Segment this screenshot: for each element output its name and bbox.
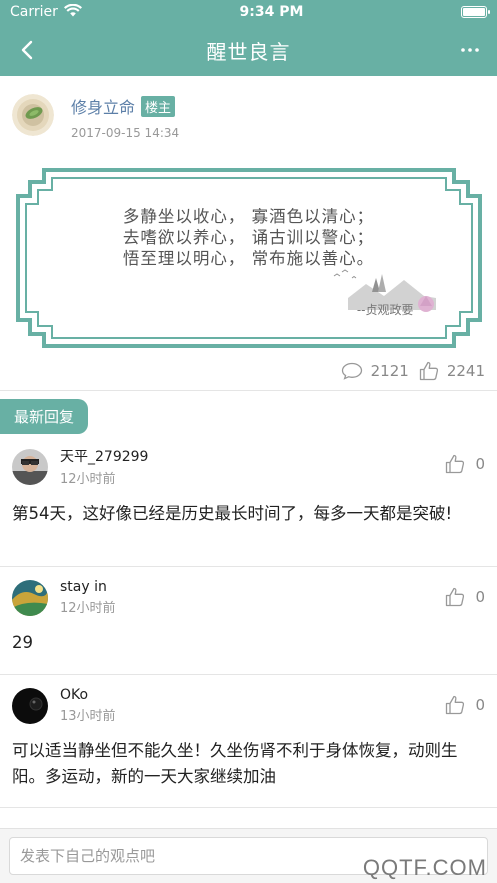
battery-icon (461, 6, 490, 18)
post-author-name[interactable]: 修身立命 (71, 94, 135, 118)
author-avatar[interactable] (12, 94, 54, 136)
reply-time: 12小时前 (60, 472, 116, 487)
post-image: 多静坐以收心， 寡酒色以清心； 去嗜欲以养心， 诵古训以警心； 悟至理以明心， … (15, 168, 482, 348)
back-button[interactable] (14, 35, 40, 65)
reply-meta: stay in 12小时前 (60, 579, 116, 616)
post-stats: 2121 2241 (0, 356, 497, 386)
reply-avatar[interactable] (12, 687, 48, 724)
reply-like-count: 0 (475, 588, 485, 606)
reply-text: 第54天，这好像已经是历史最长时间了，每多一天都是突破! (12, 504, 453, 523)
latest-replies-header: 最新回复 (0, 399, 89, 434)
post-timestamp: 2017-09-15 14:34 (71, 126, 180, 140)
reply-time: 13小时前 (60, 709, 116, 724)
owner-badge: 楼主 (141, 95, 176, 117)
reply-meta: OKo 13小时前 (60, 687, 116, 724)
post-meta: 修身立命 楼主 2017-09-15 14:34 (71, 94, 179, 140)
poem-text: 多静坐以收心， 寡酒色以清心； 去嗜欲以养心， 诵古训以警心； 悟至理以明心， … (16, 206, 482, 269)
reply-text: 可以适当静坐但不能久坐！久坐伤肾不利于身体恢复，动则生阳。多运动，新的一天大家继… (12, 741, 458, 786)
post-header: 修身立命 楼主 2017-09-15 14:34 (0, 76, 497, 168)
reply-avatar[interactable] (12, 579, 48, 616)
comment-count: 2121 (370, 362, 409, 380)
watermark-text: QQTF.COM (362, 855, 487, 880)
poem-signature: --贞观政要 (356, 303, 414, 317)
thumbs-up-icon (446, 695, 465, 715)
reply-item: 天平_279299 12小时前 0 第54天，这好像已经是历史最长时间了，每多一… (0, 434, 497, 566)
like-count-button[interactable]: 2241 (419, 361, 485, 381)
divider (0, 807, 497, 808)
page-title: 醒世良言 (206, 39, 291, 64)
wifi-icon (63, 3, 82, 21)
thumbs-up-icon (446, 587, 465, 607)
status-bar: Carrier 9:34 PM (0, 0, 497, 24)
like-count: 2241 (446, 362, 485, 380)
battery-fill (463, 8, 485, 16)
comment-count-button[interactable]: 2121 (341, 362, 409, 380)
back-chevron-icon (21, 40, 33, 60)
reply-like-count: 0 (475, 696, 485, 714)
reply-header: 天平_279299 12小时前 (12, 446, 485, 487)
more-dots-icon (461, 48, 479, 52)
more-button[interactable] (457, 35, 483, 65)
comment-bubble-icon (341, 362, 362, 380)
reply-meta: 天平_279299 12小时前 (60, 446, 148, 487)
poem-line: 悟至理以明心， 常布施以善心。 (122, 249, 375, 268)
divider (0, 390, 497, 391)
reply-like-button[interactable]: 0 (445, 587, 485, 607)
reply-text: 29 (12, 633, 33, 652)
post-author-line: 修身立命 楼主 (71, 94, 179, 118)
reply-item: OKo 13小时前 0 可以适当静坐但不能久坐！久坐伤肾不利于身体恢复，动则生阳… (0, 675, 497, 807)
thumbs-up-icon (446, 454, 465, 474)
reply-time: 12小时前 (60, 601, 116, 616)
status-time: 9:34 PM (239, 4, 304, 20)
reply-like-count: 0 (475, 455, 485, 473)
thumbs-up-icon (419, 361, 438, 381)
reply-avatar[interactable] (12, 448, 48, 485)
reply-username[interactable]: 天平_279299 (60, 446, 148, 466)
status-left: Carrier (10, 3, 82, 21)
reply-item: stay in 12小时前 0 29 (0, 567, 497, 674)
carrier-label: Carrier (10, 4, 58, 20)
poem-line: 去嗜欲以养心， 诵古训以警心； (122, 228, 375, 247)
poem-line: 多静坐以收心， 寡酒色以清心； (122, 207, 375, 226)
nav-bar: 醒世良言 (0, 24, 497, 76)
reply-username[interactable]: stay in (60, 579, 116, 595)
reply-like-button[interactable]: 0 (445, 695, 485, 715)
reply-like-button[interactable]: 0 (445, 454, 485, 474)
reply-header: OKo 13小时前 (12, 687, 485, 724)
reply-username[interactable]: OKo (60, 687, 116, 703)
reply-header: stay in 12小时前 (12, 579, 485, 616)
